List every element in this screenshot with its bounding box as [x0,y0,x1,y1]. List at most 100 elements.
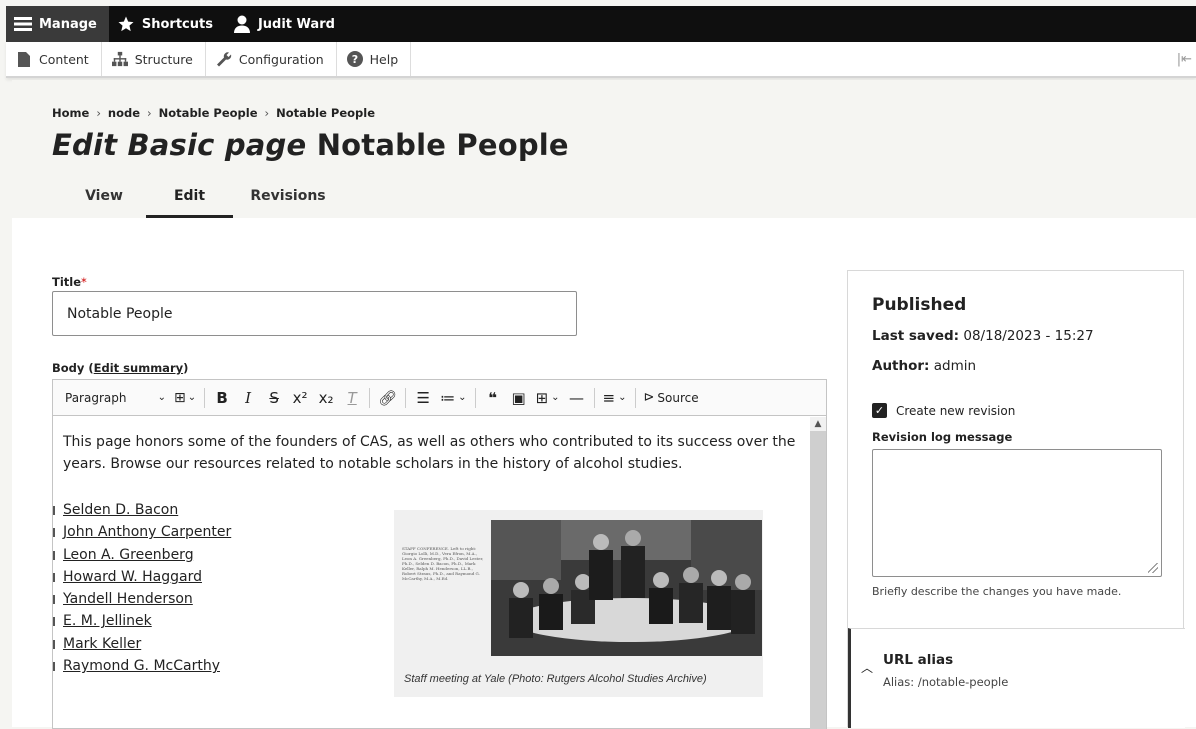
revision-log-textarea[interactable] [872,449,1162,577]
person-link[interactable]: Howard W. Haggard [63,569,202,585]
page-title-rest: Notable People [316,128,569,162]
toolbar-divider [204,387,206,408]
scroll-up-icon[interactable]: ▲ [810,417,826,431]
remove-format-icon: T [347,388,357,407]
bold-icon: B [216,388,228,407]
alignment-button[interactable]: ≡ ⌄ [600,384,630,412]
toolbar-divider [369,387,371,408]
tray-configuration[interactable]: Configuration [206,42,337,76]
toolbar-divider [593,387,595,408]
manage-label: Manage [39,16,97,32]
sitemap-icon [111,51,128,67]
user-tab[interactable]: Judit Ward [225,6,347,42]
list-item: Raymond G. McCarthy [52,655,231,677]
photo-printed-caption: STAFF CONFERENCE. Left to right: Giorgio… [402,546,484,581]
align-icon: ≡ [602,388,616,407]
create-revision-checkbox[interactable]: ✓ [872,403,887,418]
link-icon: 🔗︎ [378,388,398,407]
manage-tab[interactable]: Manage [6,6,109,42]
horizontal-line-button[interactable]: — [565,384,589,412]
image-figure[interactable]: STAFF CONFERENCE. Left to right: Giorgio… [394,510,763,697]
tray-content-label: Content [39,51,89,67]
title-label: Title* [52,275,87,289]
link-button[interactable]: 🔗︎ [375,384,400,412]
title-input[interactable]: Notable People [52,291,577,336]
url-alias-section[interactable]: ︿ URL alias Alias: /notable-people [848,628,1185,728]
image-icon: ▣ [511,388,526,407]
edit-summary-link[interactable]: Edit summary [94,361,183,375]
hamburger-icon [14,15,32,33]
person-link[interactable]: John Anthony Carpenter [63,524,231,540]
bulleted-list-button[interactable]: ☰ [411,384,435,412]
meta-sidebar: Published Last saved: 08/18/2023 - 15:27… [847,270,1185,728]
editor-toolbar: Paragraph ⌄ ⊞ ⌄ B I S x² x₂ T 🔗︎ ☰ ≔ ⌄ ❝ ▣… [53,380,826,416]
breadcrumb-current[interactable]: Notable People [276,106,375,120]
wrench-icon [216,51,232,67]
admin-tray: Content Structure Configuration ? Help |… [6,42,1196,78]
person-link[interactable]: Selden D. Bacon [63,502,178,518]
star-icon [117,15,135,33]
last-saved-value: 08/18/2023 - 15:27 [963,328,1094,344]
person-link[interactable]: E. M. Jellinek [63,613,152,629]
remove-format-button[interactable]: T [340,384,364,412]
staff-meeting-photo[interactable] [491,520,762,656]
person-link[interactable]: Mark Keller [63,636,141,652]
url-alias-title[interactable]: URL alias [883,652,953,668]
user-label: Judit Ward [257,16,335,32]
tray-configuration-label: Configuration [238,51,324,67]
tray-help[interactable]: ? Help [337,42,412,76]
superscript-button[interactable]: x² [288,384,312,412]
breadcrumb-notable-people[interactable]: Notable People [159,106,258,120]
tray-content[interactable]: Content [6,42,102,76]
local-tasks: View Edit Revisions [62,180,343,218]
list-item: Howard W. Haggard [52,566,231,588]
editor-content[interactable]: This page honors some of the founders of… [52,417,811,729]
source-button[interactable]: ⊳ Source [641,384,702,412]
breadcrumb-separator: › [147,106,152,120]
superscript-icon: x² [292,388,308,407]
breadcrumb-separator: › [264,106,270,120]
italic-icon: I [245,388,252,407]
title-label-text: Title [52,275,82,289]
tray-structure[interactable]: Structure [102,42,206,76]
italic-button[interactable]: I [236,384,260,412]
source-label: Source [657,390,699,405]
person-link[interactable]: Raymond G. McCarthy [63,658,220,674]
tab-revisions[interactable]: Revisions [233,180,343,218]
bold-button[interactable]: B [210,384,234,412]
resize-grip-icon[interactable] [1148,563,1158,573]
paragraph-format-dropdown[interactable]: Paragraph ⌄ [59,384,169,412]
tray-help-label: Help [369,51,399,67]
shortcuts-tab[interactable]: Shortcuts [109,6,225,42]
list-item: E. M. Jellinek [52,610,231,632]
blockquote-button[interactable]: ❝ [481,384,505,412]
numbered-list-button[interactable]: ≔ ⌄ [437,384,469,412]
breadcrumb-home[interactable]: Home [52,106,89,120]
person-link[interactable]: Yandell Henderson [63,591,193,607]
person-link[interactable]: Leon A. Greenberg [63,547,194,563]
tray-orientation-toggle[interactable]: |⇤ [1173,42,1196,76]
body-label-close: ) [183,361,189,375]
image-button[interactable]: ▣ [507,384,531,412]
table-button[interactable]: ⊞ ⌄ [533,384,563,412]
editor-scrollbar[interactable]: ▲ [810,417,826,729]
table-icon: ⊞ [535,388,549,407]
insert-media-button[interactable]: ⊞ ⌄ [171,384,199,412]
last-saved-label: Last saved: [872,328,960,344]
collapse-icon: |⇤ [1176,51,1192,67]
ckeditor: Paragraph ⌄ ⊞ ⌄ B I S x² x₂ T 🔗︎ ☰ ≔ ⌄ ❝ ▣… [52,379,827,729]
shortcuts-label: Shortcuts [141,16,213,32]
strikethrough-button[interactable]: S [262,384,286,412]
title-input-value: Notable People [67,305,173,322]
breadcrumb-separator: › [96,106,101,120]
subscript-button[interactable]: x₂ [314,384,338,412]
tab-edit[interactable]: Edit [146,180,233,218]
list-item: Mark Keller [52,633,231,655]
list-item: Selden D. Bacon [52,499,231,521]
media-icon: ⊞ [174,389,186,406]
breadcrumb-node[interactable]: node [108,106,140,120]
paragraph-format-label: Paragraph [65,390,127,405]
figure-caption[interactable]: Staff meeting at Yale (Photo: Rutgers Al… [404,668,707,690]
last-saved: Last saved: 08/18/2023 - 15:27 [872,328,1094,344]
tab-view[interactable]: View [62,180,146,218]
